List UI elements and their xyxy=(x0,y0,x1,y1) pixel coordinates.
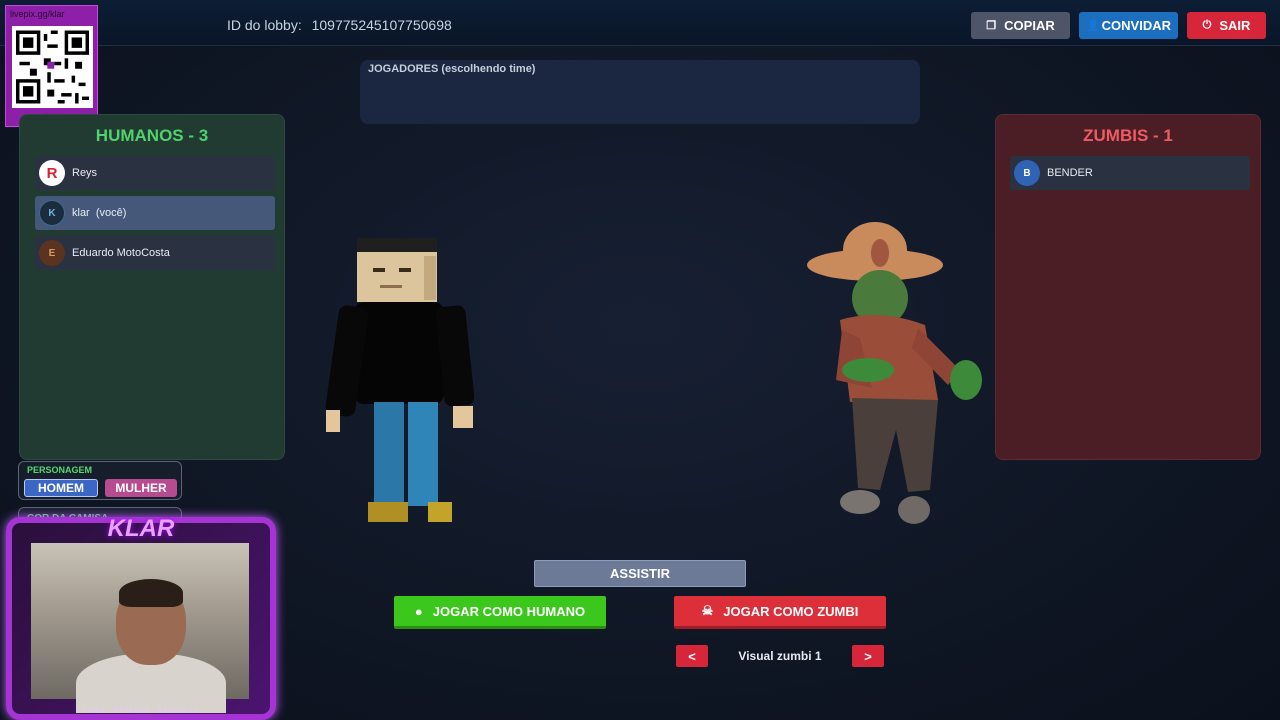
player-name: klar (você) xyxy=(72,207,127,219)
avatar: K xyxy=(39,200,65,226)
invite-button[interactable]: 👤 CONVIDAR xyxy=(1079,12,1178,39)
zombie-visual-selector: < Visual zumbi 1 > xyxy=(676,645,884,667)
play-zombie-button[interactable]: ☠ JOGAR COMO ZUMBI xyxy=(674,596,886,629)
qr-code xyxy=(12,26,93,108)
play-human-label: JOGAR COMO HUMANO xyxy=(432,603,586,619)
qr-code-graphic xyxy=(16,30,89,104)
donation-qr-overlay: livepix.gg/klar ▪ ▪ ▪ ▪ ▪ ▪ xyxy=(5,5,98,127)
character-label: PERSONAGEM xyxy=(27,465,93,475)
avatar: R xyxy=(39,160,65,186)
players-panel: JOGADORES (escolhendo time) xyxy=(360,60,920,124)
humans-team-panel: HUMANOS - 3 R Reys K klar (você) E Eduar… xyxy=(19,114,285,460)
lobby-id-label: ID do lobby: xyxy=(227,17,302,33)
skull-icon: ☠ xyxy=(701,603,714,618)
power-icon: ⏻ xyxy=(1202,19,1212,31)
player-name: Reys xyxy=(72,167,98,179)
humans-team-title: HUMANOS - 3 xyxy=(95,126,209,145)
woman-button[interactable]: MULHER xyxy=(105,479,177,497)
copy-button[interactable]: ❐ COPIAR xyxy=(971,12,1070,39)
webcam-video xyxy=(31,543,249,713)
streamer-hair xyxy=(119,579,183,607)
qr-url: livepix.gg/klar xyxy=(10,9,65,19)
players-panel-title: JOGADORES (escolhendo time) xyxy=(368,63,536,75)
exit-label: SAIR xyxy=(1219,18,1251,33)
player-name: BENDER xyxy=(1047,167,1093,179)
visual-label: Visual zumbi 1 xyxy=(738,649,822,663)
man-button[interactable]: HOMEM xyxy=(24,479,98,497)
prev-visual-button[interactable]: < xyxy=(676,645,708,667)
player-row[interactable]: B BENDER xyxy=(1010,156,1250,190)
human-icon: ● xyxy=(414,603,423,619)
lobby-id: ID do lobby: 109775245107750698 xyxy=(227,17,452,33)
webcam-brand: KLAR xyxy=(107,515,175,542)
avatar: E xyxy=(39,240,65,266)
invite-label: CONVIDAR xyxy=(1101,18,1172,33)
player-row[interactable]: R Reys xyxy=(35,156,275,190)
invite-icon: 👤 xyxy=(1085,20,1100,32)
watch-button[interactable]: ASSISTIR xyxy=(534,560,746,587)
next-visual-button[interactable]: > xyxy=(852,645,884,667)
zombie-character-model xyxy=(807,222,982,524)
zombies-team-panel: ZUMBIS - 1 B BENDER xyxy=(995,114,1261,460)
top-bar: ID do lobby: 109775245107750698 ❐ COPIAR… xyxy=(0,0,1280,46)
copy-icon: ❐ xyxy=(986,20,997,32)
character-selector: PERSONAGEM HOMEM MULHER xyxy=(18,461,182,500)
webcam-footer: FOGO · RESENHA · GAMEPLAY xyxy=(83,708,199,714)
human-character-model xyxy=(325,238,475,522)
avatar: B xyxy=(1014,160,1040,186)
player-row-self[interactable]: K klar (você) xyxy=(35,196,275,230)
play-human-button[interactable]: ● JOGAR COMO HUMANO xyxy=(394,596,606,629)
play-zombie-label: JOGAR COMO ZUMBI xyxy=(723,603,859,619)
zombies-team-title: ZUMBIS - 1 xyxy=(1083,126,1173,145)
exit-button[interactable]: ⏻ SAIR xyxy=(1187,12,1266,39)
lobby-id-value: 109775245107750698 xyxy=(311,17,452,33)
webcam-overlay: KLAR FOGO · RESENHA · GAMEPLAY xyxy=(6,515,276,720)
player-name: Eduardo MotoCosta xyxy=(72,247,170,259)
copy-label: COPIAR xyxy=(1004,18,1055,33)
player-row[interactable]: E Eduardo MotoCosta xyxy=(35,236,275,270)
